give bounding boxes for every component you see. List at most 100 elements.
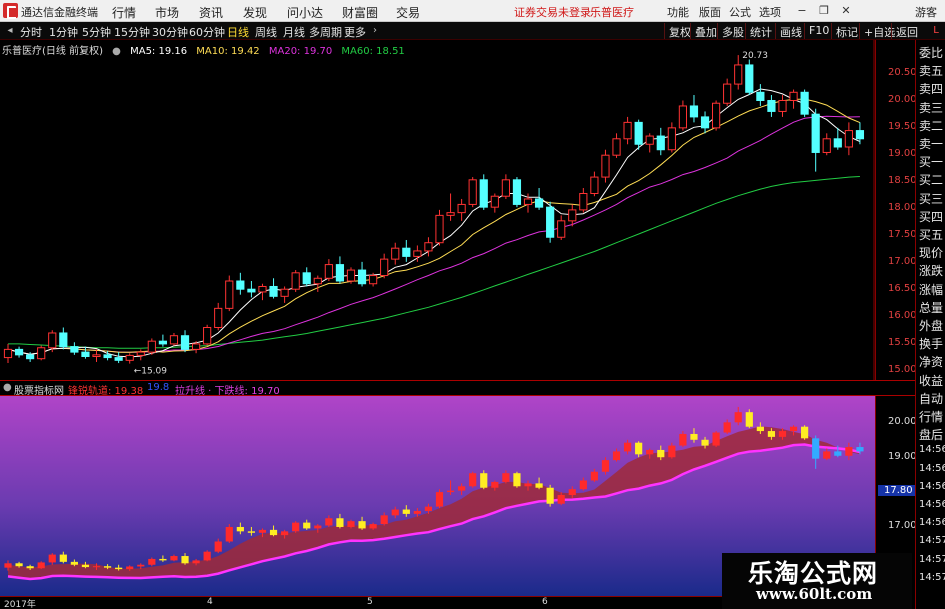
button-multi-stock[interactable]: 多股 bbox=[717, 23, 748, 39]
tab-5min[interactable]: 5分钟 bbox=[82, 24, 111, 40]
indicator-candle bbox=[269, 529, 278, 536]
candle-body bbox=[512, 179, 522, 205]
indicator-candle bbox=[369, 524, 377, 529]
button-statistics[interactable]: 统计 bbox=[745, 23, 776, 39]
menu-market[interactable]: 市场 bbox=[155, 4, 179, 21]
candle-body bbox=[844, 130, 853, 148]
tab-weekly[interactable]: 周线 bbox=[255, 24, 277, 40]
candle-body bbox=[833, 138, 842, 148]
candle-body bbox=[767, 99, 776, 112]
candle-body bbox=[357, 269, 367, 285]
tab-30min[interactable]: 30分钟 bbox=[152, 24, 188, 40]
indicator-candle bbox=[59, 554, 67, 562]
tab-multi-period[interactable]: 多周期 bbox=[309, 24, 342, 40]
candle-body bbox=[800, 91, 809, 115]
quote-panel-item: 买二 bbox=[919, 173, 944, 188]
indicator-candle bbox=[303, 522, 311, 529]
minimize-icon[interactable]: − bbox=[794, 3, 810, 18]
login-notice[interactable]: 证券交易未登录 bbox=[514, 4, 591, 20]
candle-body bbox=[158, 340, 167, 345]
close-icon[interactable]: ✕ bbox=[838, 3, 854, 18]
quote-panel-item: 买三 bbox=[919, 191, 944, 206]
tab-more[interactable]: 更多 bbox=[344, 24, 366, 40]
menu-discover[interactable]: 发现 bbox=[243, 4, 267, 21]
menu-trade[interactable]: 交易 bbox=[396, 4, 420, 21]
tab-60min[interactable]: 60分钟 bbox=[189, 24, 225, 40]
tab-1min[interactable]: 1分钟 bbox=[49, 24, 78, 40]
time-label: 4 bbox=[207, 597, 213, 607]
indicator-candle bbox=[336, 518, 344, 527]
quote-panel-item: 行情 bbox=[919, 410, 944, 424]
indicator-candle bbox=[203, 551, 211, 561]
menu-ask-xiaoda[interactable]: 问小达 bbox=[287, 4, 323, 21]
quote-panel-item: 14:56 bbox=[919, 499, 945, 510]
quote-panel-item: 卖三 bbox=[919, 100, 944, 115]
indicator-candle bbox=[690, 433, 698, 440]
indicator-settings-icon[interactable]: ● bbox=[3, 382, 12, 393]
menu-quotes[interactable]: 行情 bbox=[112, 4, 136, 21]
candle-body bbox=[114, 357, 123, 361]
candle-body bbox=[236, 280, 245, 290]
menu-options[interactable]: 选项 bbox=[759, 4, 781, 20]
indicator-candle bbox=[48, 554, 56, 563]
indicator-candle bbox=[601, 460, 610, 472]
button-f10[interactable]: F10 bbox=[804, 23, 833, 39]
guest-label[interactable]: 游客 bbox=[915, 4, 937, 20]
more-arrow-icon[interactable]: › bbox=[369, 25, 381, 37]
indicator-candle bbox=[347, 521, 355, 527]
indicator-candle bbox=[502, 473, 510, 482]
quote-panel-item: 现价 bbox=[919, 246, 944, 261]
candle-body bbox=[335, 264, 345, 282]
ma10-value: MA10: 19.42 bbox=[196, 46, 260, 57]
quote-panel-item: 卖一 bbox=[919, 137, 944, 151]
axis-label: 16.50 bbox=[888, 283, 917, 294]
candle-body bbox=[3, 348, 13, 359]
menu-formula[interactable]: 公式 bbox=[729, 4, 751, 20]
candle-body bbox=[756, 91, 765, 101]
button-draw-line[interactable]: 画线 bbox=[775, 23, 806, 39]
button-back[interactable]: 返回 bbox=[891, 23, 922, 39]
indicator-candle bbox=[623, 442, 632, 452]
tab-daily[interactable]: 日线 bbox=[227, 24, 249, 40]
menu-layout[interactable]: 版面 bbox=[699, 4, 721, 20]
tab-monthly[interactable]: 月线 bbox=[283, 24, 305, 40]
restore-icon[interactable]: ❐ bbox=[816, 3, 832, 18]
ma-info-line: 乐普医疗(日线 前复权) ● MA5: 19.16 MA10: 19.42 MA… bbox=[2, 42, 411, 57]
layout-l-icon[interactable]: L bbox=[930, 25, 942, 37]
candle-body bbox=[778, 99, 787, 112]
quote-panel-item: 收益 bbox=[919, 373, 944, 388]
indicator-candle bbox=[4, 563, 12, 568]
axis-label: 17.50 bbox=[888, 229, 917, 240]
indicator-candle bbox=[856, 447, 864, 452]
candle-body bbox=[667, 127, 676, 151]
quote-panel-item: 买五 bbox=[919, 228, 944, 242]
quote-panel-item: 14:56 bbox=[919, 480, 945, 492]
candle-body bbox=[147, 340, 156, 353]
menu-wealth-circle[interactable]: 财富圈 bbox=[342, 4, 378, 21]
chart-settings-icon[interactable]: ● bbox=[112, 46, 121, 57]
main-chart-title: 乐普医疗(日线 前复权) bbox=[2, 46, 103, 57]
indicator-track-value: 锋锐轨道: 19.38 bbox=[68, 386, 144, 397]
axis-label: 19.00 bbox=[888, 451, 917, 462]
button-mark[interactable]: 标记 bbox=[831, 23, 862, 39]
chevron-left-icon[interactable]: ◂ bbox=[4, 25, 16, 37]
period-toolbar: ◂ 分时 1分钟 5分钟 15分钟 30分钟 60分钟 日线 周线 月线 多周期… bbox=[0, 22, 945, 40]
ma5-value: MA5: 19.16 bbox=[130, 46, 188, 57]
candle-body bbox=[191, 343, 201, 350]
indicator-candle bbox=[734, 412, 742, 423]
app-name: 通达信金融终端 bbox=[21, 6, 98, 19]
quote-panel-item: 14:57 bbox=[919, 535, 945, 547]
candle-body bbox=[103, 354, 112, 359]
menu-news[interactable]: 资讯 bbox=[199, 4, 223, 21]
menu-functions[interactable]: 功能 bbox=[667, 4, 689, 20]
main-candlestick-chart[interactable]: 20.73 ←15.09 bbox=[0, 40, 875, 380]
tab-intraday[interactable]: 分时 bbox=[20, 24, 42, 40]
tab-15min[interactable]: 15分钟 bbox=[114, 24, 150, 40]
ma20-line bbox=[7, 115, 860, 355]
candle-body bbox=[402, 247, 411, 257]
candle-body bbox=[546, 206, 555, 238]
ma20-value: MA20: 19.70 bbox=[268, 46, 333, 57]
quote-panel: 委比 卖五 卖四 卖三 卖二 卖一 买一 买二 买三 买四 买五 现价 涨跌 涨幅 总量 外盘 换手 净资 收益 自动… bbox=[915, 40, 945, 609]
candle-body bbox=[180, 335, 190, 350]
indicator-candle bbox=[535, 483, 543, 488]
